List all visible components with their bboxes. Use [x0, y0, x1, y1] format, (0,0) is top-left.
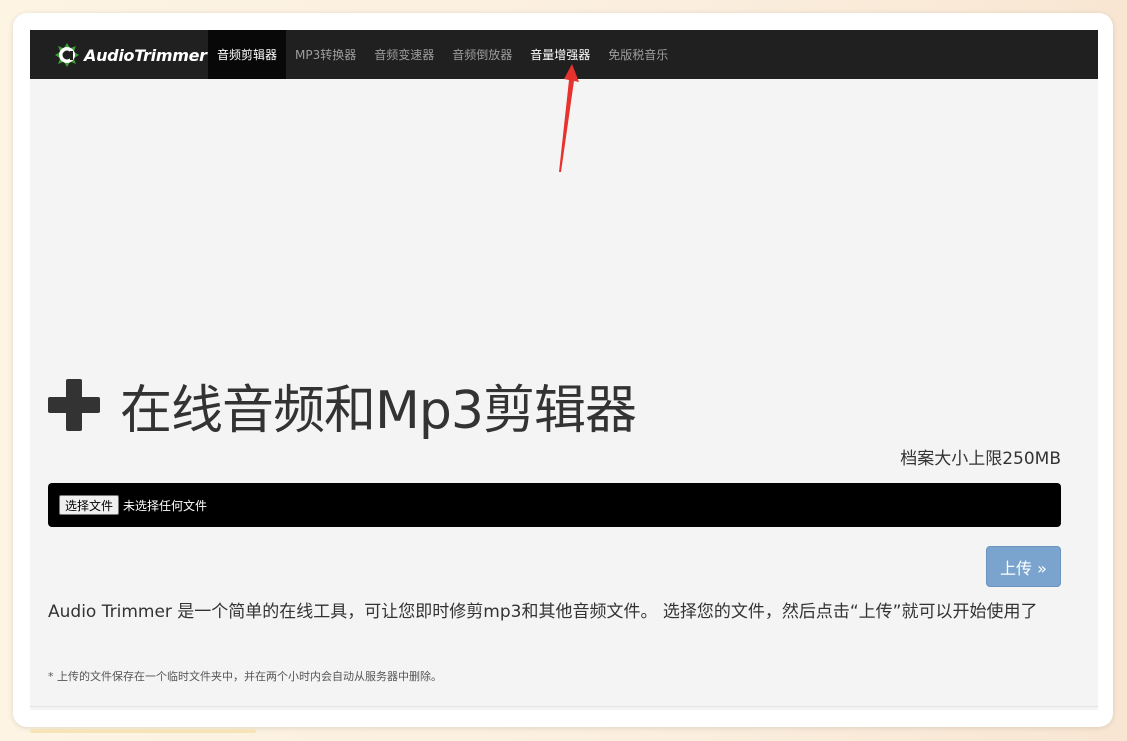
- file-status-text: 未选择任何文件: [123, 498, 208, 513]
- main-nav: 音频剪辑器 MP3转换器 音频变速器 音频倒放器 音量增强器 免版税音乐: [208, 30, 677, 79]
- plus-icon: [48, 379, 100, 431]
- footer-divider: [30, 706, 1098, 707]
- brand-link[interactable]: AudioTrimmer: [54, 42, 207, 68]
- page-heading: 在线音频和Mp3剪辑器: [48, 370, 637, 441]
- nav-item-audio-reverser[interactable]: 音频倒放器: [443, 30, 521, 79]
- tool-description: Audio Trimmer 是一个简单的在线工具，可让您即时修剪mp3和其他音频…: [48, 602, 1038, 622]
- audiotrimmer-logo-icon: [54, 42, 80, 68]
- choose-file-button[interactable]: 选择文件: [59, 495, 120, 515]
- brand-name: AudioTrimmer: [84, 45, 207, 65]
- nav-item-audio-trimmer[interactable]: 音频剪辑器: [208, 30, 287, 79]
- nav-item-royalty-free-music[interactable]: 免版税音乐: [599, 30, 677, 79]
- file-size-limit: 档案大小上限250MB: [900, 449, 1061, 469]
- red-arrow-icon: [559, 64, 579, 172]
- page-title: 在线音频和Mp3剪辑器: [120, 380, 637, 441]
- temporary-storage-note: * 上传的文件保存在一个临时文件夹中，并在两个小时内会自动从服务器中删除。: [48, 670, 442, 683]
- file-input-area: 选择文件 未选择任何文件: [48, 483, 1061, 527]
- nav-item-mp3-converter[interactable]: MP3转换器: [286, 30, 365, 79]
- scroll-progress-bar: [30, 729, 256, 733]
- nav-item-audio-speed-changer[interactable]: 音频变速器: [365, 30, 443, 79]
- upload-button[interactable]: 上传 »: [986, 546, 1061, 587]
- browser-page: AudioTrimmer 音频剪辑器 MP3转换器 音频变速器 音频倒放器 音量…: [30, 30, 1098, 710]
